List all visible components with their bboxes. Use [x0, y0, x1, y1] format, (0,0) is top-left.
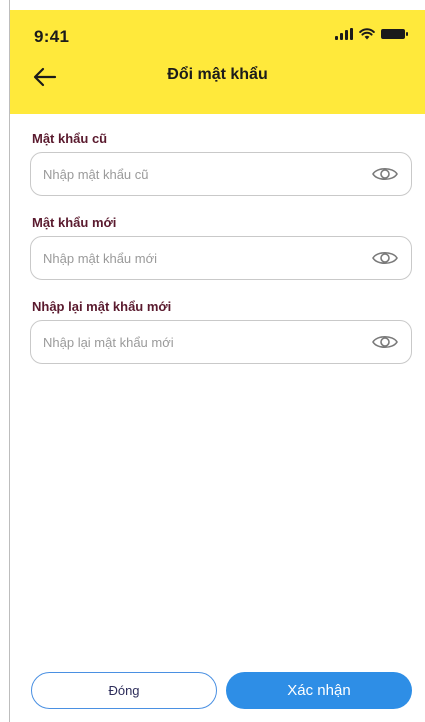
status-icons	[335, 28, 408, 40]
screen-top-border	[0, 0, 425, 10]
old-password-field	[30, 152, 412, 196]
close-button[interactable]: Đóng	[31, 672, 217, 709]
confirm-button[interactable]: Xác nhận	[226, 672, 412, 709]
battery-icon	[381, 29, 408, 39]
confirm-password-input[interactable]	[31, 321, 371, 363]
page-title: Đổi mật khẩu	[167, 66, 268, 83]
app-header: 9:41 Đổi mật khẩu	[10, 10, 425, 114]
eye-icon[interactable]	[371, 164, 399, 184]
screen-left-border	[0, 0, 10, 722]
old-password-input[interactable]	[31, 153, 371, 195]
new-password-input[interactable]	[31, 237, 371, 279]
old-password-label: Mật khẩu cũ	[32, 131, 108, 146]
wifi-icon	[359, 28, 375, 40]
status-time: 9:41	[34, 27, 70, 46]
confirm-password-field	[30, 320, 412, 364]
new-password-field	[30, 236, 412, 280]
cellular-signal-icon	[335, 28, 353, 40]
confirm-password-label: Nhập lại mật khẩu mới	[32, 299, 172, 314]
eye-icon[interactable]	[371, 248, 399, 268]
eye-icon[interactable]	[371, 332, 399, 352]
new-password-label: Mật khẩu mới	[32, 215, 117, 230]
